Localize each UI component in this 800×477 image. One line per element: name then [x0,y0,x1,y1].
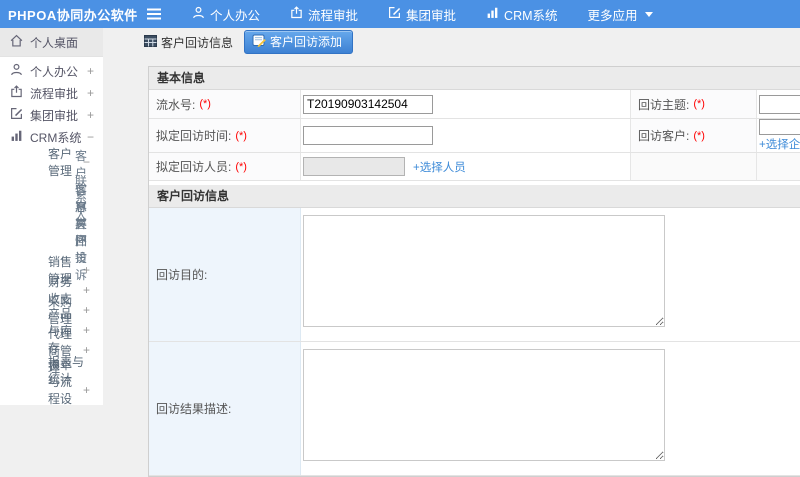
home-icon [10,34,30,50]
share-up-icon [10,85,30,101]
user-icon [10,63,30,79]
planned-time-label: 拟定回访时间: (*) [149,119,301,152]
planned-time-input[interactable] [303,126,433,145]
nav-personal-office[interactable]: 个人办公 [192,5,260,24]
required-marker: (*) [235,160,247,173]
bar-chart-icon [10,129,30,145]
sidebar-item-label: 流程审批 [30,86,79,101]
visit-subject-input[interactable] [759,94,800,114]
expander: + [82,323,90,337]
visit-purpose-textarea[interactable] [303,215,665,327]
visit-customer-label: 回访客户: (*) [631,119,757,152]
sidebar-item-label: 个人办公 [30,64,79,79]
expander: − [86,130,94,144]
required-marker: (*) [199,98,211,110]
add-record-icon [252,34,266,50]
sidebar-item-process-approval[interactable]: 流程审批 + [0,82,103,104]
expander: + [82,383,90,397]
expander: + [86,108,94,122]
form-row: 流水号: (*) 回访主题: (*) [149,90,800,119]
visit-purpose-label: 回访目的: [149,208,301,341]
tab-label: 客户回访信息 [161,35,234,50]
visit-result-label: 回访结果描述: [149,342,301,475]
select-staff-link[interactable]: +选择人员 [413,159,466,175]
visit-result-textarea[interactable] [303,349,665,461]
required-marker: (*) [235,129,247,142]
nav-label: CRM系统 [504,8,558,23]
visit-purpose-cell [301,208,800,341]
serial-input[interactable] [303,94,433,114]
nav-more-apps[interactable]: 更多应用 [588,5,653,24]
visit-customer-input[interactable] [759,119,800,135]
tab-label: 客户回访添加 [270,35,343,49]
edit-square-icon [388,6,401,22]
form-row: 回访结果描述: [149,342,800,476]
sidebar-item-personal-desktop[interactable]: 个人桌面 [0,28,103,57]
sidebar-item-label: 个人桌面 [30,35,79,50]
required-marker: (*) [693,129,705,142]
section-header-basic-info: 基本信息 [149,67,800,90]
empty-cell [757,153,800,180]
hamburger-menu-icon[interactable] [146,7,164,21]
main-content: 客户回访信息 客户回访添加 基本信息 流水号: (*) T20190903142… [103,28,800,477]
required-marker: (*) [693,98,705,110]
section-header-visit-info: 客户回访信息 [149,185,800,208]
visit-add-form: 基本信息 流水号: (*) 回访主题: (*) 拟定回访时间: (*) [148,66,800,477]
nav-label: 集团审批 [406,8,457,23]
expander: + [82,303,90,317]
tab-visit-info[interactable]: 客户回访信息 [140,31,237,54]
empty-cell [631,153,757,180]
topbar: PHPOA协同办公软件 个人办公 流程审批 集团审批 CRM系统 更多应用 [0,0,800,28]
sidebar: 个人桌面 个人办公 + 流程审批 + 集团审批 + CRM系统 − 客户管理 −… [0,28,103,405]
visit-subject-label: 回访主题: (*) [631,90,757,118]
caret-down-icon [644,11,653,17]
nav-crm-system[interactable]: CRM系统 [486,5,558,24]
expander: + [82,283,90,297]
expander: + [86,86,94,100]
nav-label: 个人办公 [210,8,261,23]
expander: + [86,64,94,78]
select-company-link[interactable]: +选择企业 [759,136,800,152]
form-row: 拟定回访时间: (*) 回访客户: (*) +选择企业 [149,119,800,153]
nav-process-approval[interactable]: 流程审批 [290,5,358,24]
expander: + [82,263,90,277]
app-logo: PHPOA协同办公软件 [8,7,138,23]
planned-time-cell [301,119,631,152]
tab-bar: 客户回访信息 客户回访添加 [103,28,800,56]
planned-staff-input[interactable] [303,157,405,176]
nav-label: 流程审批 [308,8,359,23]
visit-subject-cell [757,90,800,118]
serial-label: 流水号: (*) [149,90,301,118]
visit-result-cell [301,342,800,475]
form-row: 回访目的: [149,208,800,342]
nav-label: 更多应用 [587,8,638,23]
nav-group-approval[interactable]: 集团审批 [388,5,456,24]
table-grid-icon [144,34,157,50]
visit-customer-cell: +选择企业 [757,119,800,152]
planned-staff-label: 拟定回访人员: (*) [149,153,301,180]
sidebar-item-label: CRM系统 [30,130,82,145]
sidebar-item-label: 集团审批 [30,108,79,123]
serial-cell [301,90,631,118]
sidebar-item-group-approval[interactable]: 集团审批 + [0,104,103,126]
sidebar-item-form-process-settings[interactable]: 表单与流程设置 + [0,358,103,405]
top-navigation: 个人办公 流程审批 集团审批 CRM系统 更多应用 [192,5,653,24]
sidebar-item-label: 表单与流程设置 [48,358,73,405]
share-up-icon [290,6,303,22]
edit-square-icon [10,107,30,123]
planned-staff-cell: +选择人员 [301,153,631,180]
form-row: 拟定回访人员: (*) +选择人员 [149,153,800,181]
person-icon [192,6,205,22]
bar-chart-icon [486,6,499,22]
sidebar-item-personal-office[interactable]: 个人办公 + [0,60,103,82]
tab-visit-add[interactable]: 客户回访添加 [244,30,354,54]
